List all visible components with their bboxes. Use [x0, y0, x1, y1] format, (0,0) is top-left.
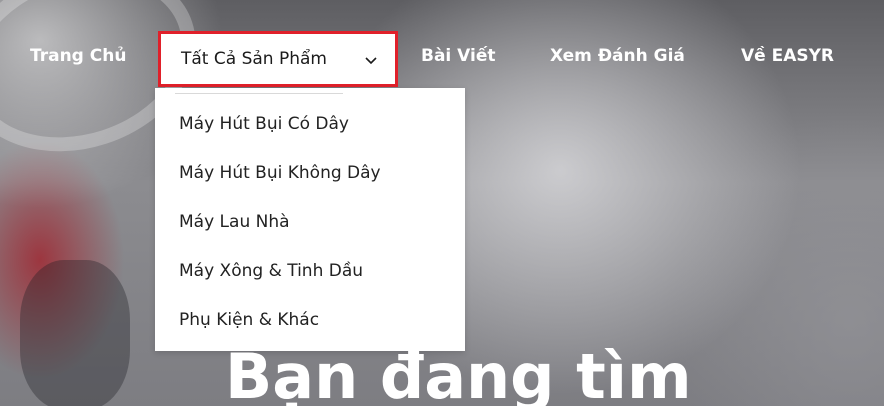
nav-item-all-products-label: Tất Cả Sản Phẩm	[181, 49, 327, 69]
nav-item-reviews[interactable]: Xem Đánh Giá	[550, 46, 685, 66]
nav-item-all-products[interactable]: Tất Cả Sản Phẩm	[158, 31, 398, 87]
nav-item-articles[interactable]: Bài Viết	[421, 46, 496, 66]
dropdown-divider	[175, 93, 343, 94]
dropdown-item-cordless-vacuum[interactable]: Máy Hút Bụi Không Dây	[179, 163, 381, 183]
chevron-down-icon	[365, 57, 377, 65]
dropdown-item-corded-vacuum[interactable]: Máy Hút Bụi Có Dây	[179, 114, 349, 134]
nav-item-home[interactable]: Trang Chủ	[30, 46, 126, 66]
dropdown-item-accessories[interactable]: Phụ Kiện & Khác	[179, 310, 319, 330]
hero-title: Bạn đang tìm	[225, 340, 692, 406]
main-navigation: Trang Chủ Tất Cả Sản Phẩm Bài Viết Xem Đ…	[0, 0, 884, 100]
dropdown-item-mop[interactable]: Máy Lau Nhà	[179, 212, 290, 232]
hero-image-shadow	[20, 260, 130, 406]
dropdown-item-diffuser[interactable]: Máy Xông & Tinh Dầu	[179, 261, 363, 281]
nav-item-about[interactable]: Về EASYR	[741, 46, 834, 66]
products-dropdown-menu: Máy Hút Bụi Có Dây Máy Hút Bụi Không Dây…	[155, 88, 465, 351]
